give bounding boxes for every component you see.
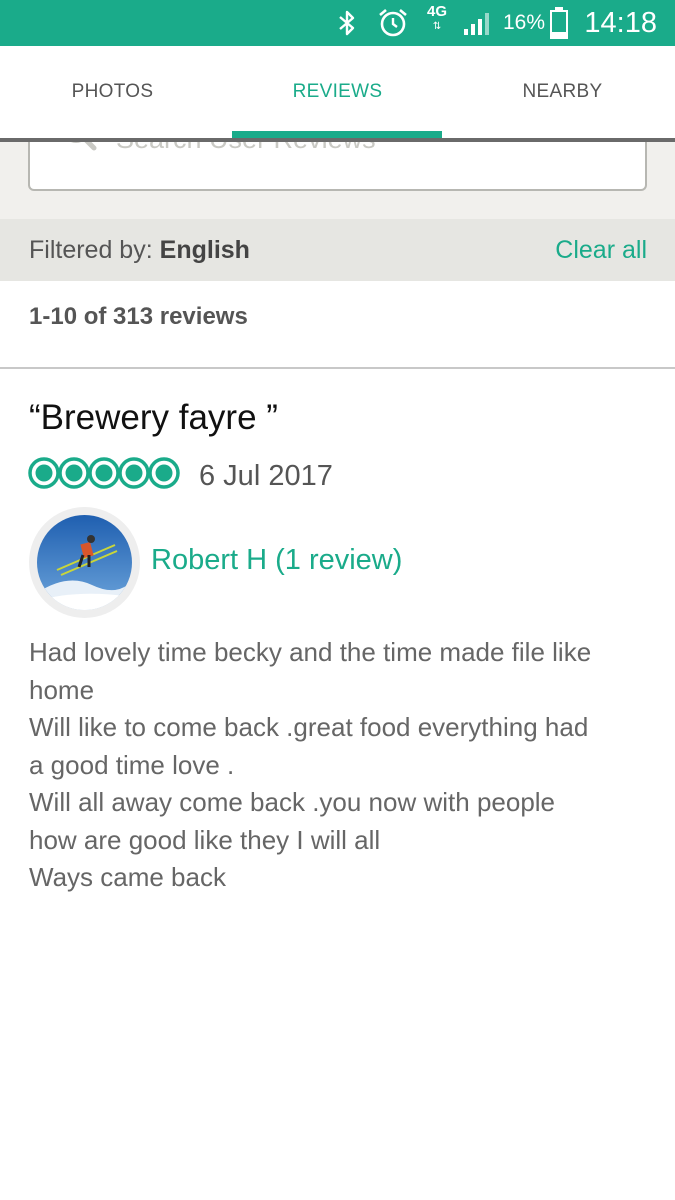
tab-reviews[interactable]: REVIEWS bbox=[225, 46, 450, 138]
divider bbox=[0, 367, 675, 369]
search-placeholder: Search User Reviews bbox=[116, 142, 376, 155]
bluetooth-icon bbox=[336, 0, 358, 46]
filter-description: Filtered by: English bbox=[29, 219, 250, 281]
status-bar: 4G ⇅ 16% 14:18 bbox=[0, 0, 675, 46]
battery-icon bbox=[549, 0, 569, 46]
reviewer-name[interactable]: Robert H (1 review) bbox=[151, 544, 402, 577]
review-count: 1-10 of 313 reviews bbox=[29, 303, 248, 330]
review-line: a good time love . bbox=[29, 749, 235, 780]
rating-bubbles bbox=[28, 456, 180, 490]
filter-bar: Filtered by: English Clear all bbox=[0, 219, 675, 281]
rating-bubble-fill bbox=[125, 464, 143, 482]
signal-icon bbox=[462, 0, 494, 46]
clear-all-button[interactable]: Clear all bbox=[555, 219, 647, 281]
review-line: Had lovely time becky and the time made … bbox=[29, 637, 592, 667]
review-line: Ways came back bbox=[29, 862, 226, 892]
review-line: Will like to come back .great food every… bbox=[29, 712, 589, 742]
search-input[interactable]: Search User Reviews bbox=[28, 142, 647, 191]
tab-bar: PHOTOS REVIEWS NEARBY bbox=[0, 46, 675, 138]
rating-bubble-fill bbox=[155, 464, 173, 482]
review-body: Had lovely time becky and the time made … bbox=[29, 634, 649, 897]
rating-bubble-fill bbox=[95, 464, 113, 482]
avatar[interactable] bbox=[29, 507, 140, 618]
filter-value: English bbox=[159, 235, 250, 264]
clock: 14:18 bbox=[584, 6, 657, 39]
search-icon bbox=[60, 142, 100, 162]
alarm-icon bbox=[377, 0, 409, 46]
review-line: Will all away come back .you now with pe… bbox=[29, 787, 556, 817]
active-tab-indicator bbox=[232, 131, 442, 138]
review-line: home bbox=[29, 674, 95, 705]
review-date: 6 Jul 2017 bbox=[199, 460, 333, 492]
skier-photo bbox=[37, 515, 132, 610]
filter-prefix: Filtered by: bbox=[29, 235, 153, 264]
rating-bubble-fill bbox=[35, 464, 53, 482]
review-line: how are good like they I will all bbox=[29, 824, 381, 855]
review-title[interactable]: “Brewery fayre ” bbox=[29, 398, 278, 438]
tab-photos[interactable]: PHOTOS bbox=[0, 46, 225, 138]
network-type: 4G ⇅ bbox=[427, 3, 448, 32]
rating-bubble-fill bbox=[65, 464, 83, 482]
battery-percentage: 16% bbox=[503, 11, 546, 34]
tab-nearby[interactable]: NEARBY bbox=[450, 46, 675, 138]
